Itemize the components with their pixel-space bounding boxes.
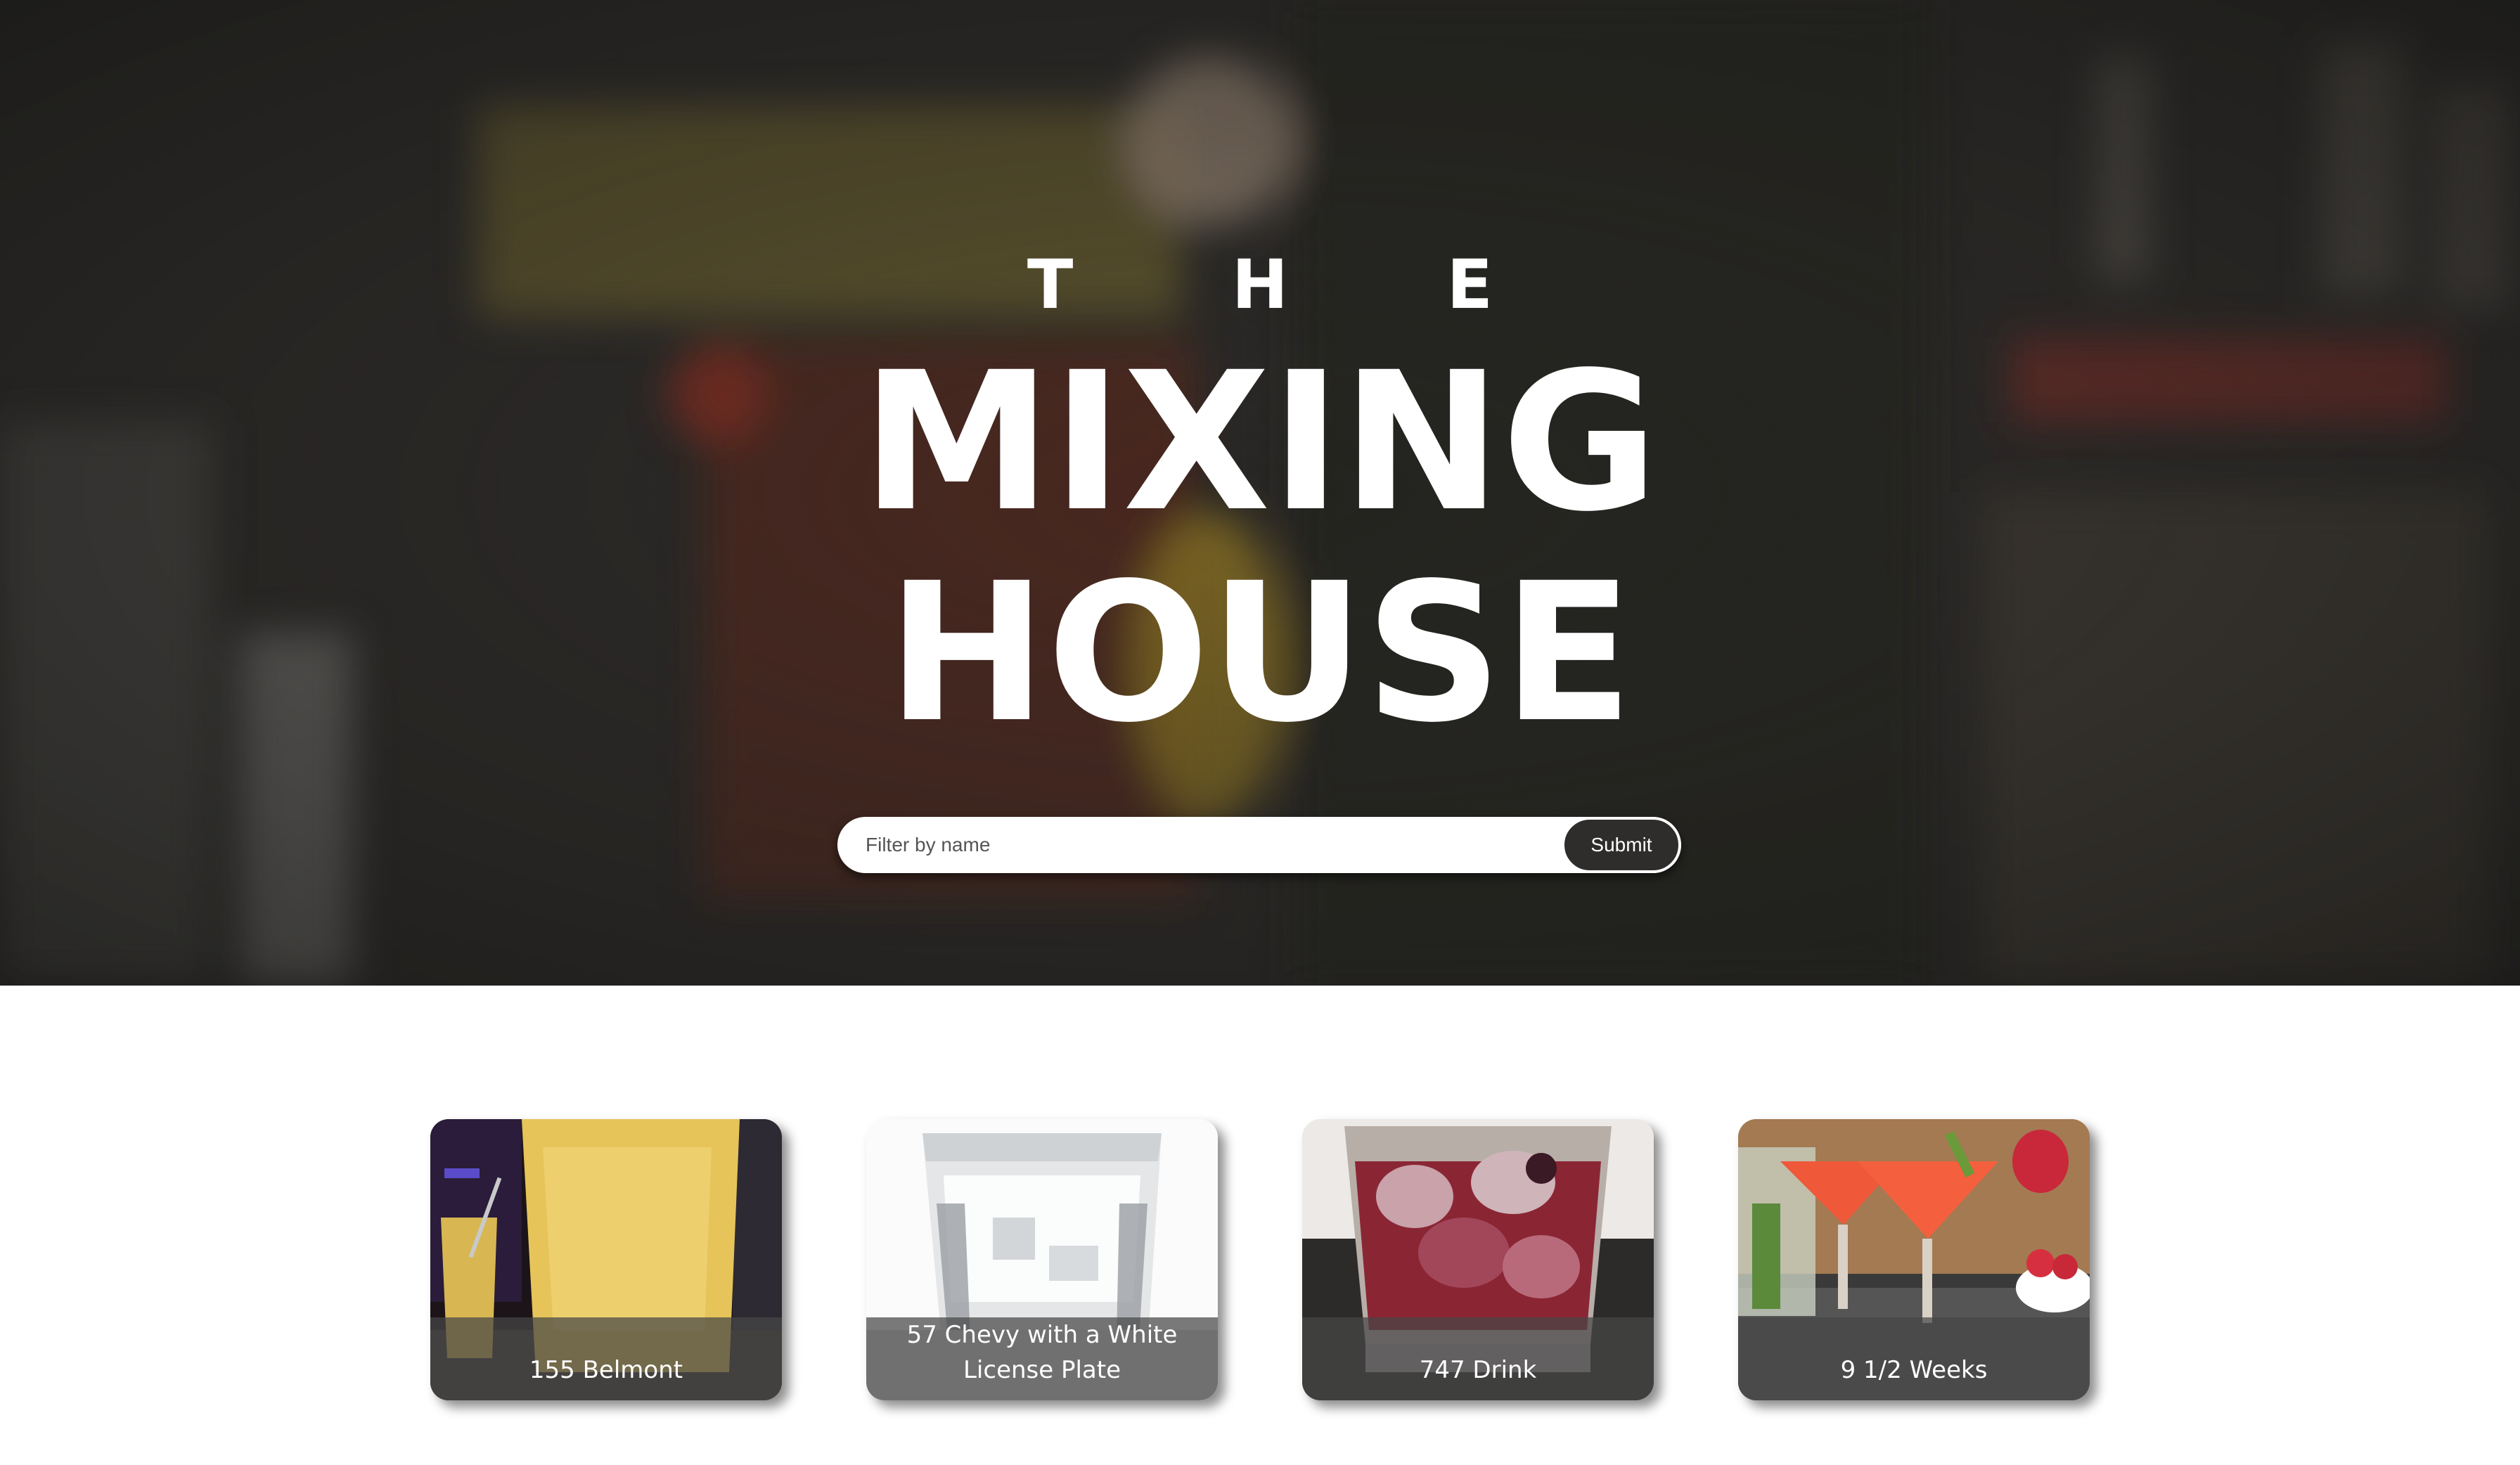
drink-name: 747 Drink xyxy=(1302,1317,1654,1400)
drink-name: 155 Belmont xyxy=(430,1317,782,1400)
drink-card[interactable]: 57 Chevy with a White License Plate xyxy=(866,1119,1218,1400)
hero-title-the: T H E xyxy=(1027,245,1561,324)
drink-card-grid: 155 Belmont 57 Chevy with a White Licens… xyxy=(0,1119,2520,1400)
search-form: Submit xyxy=(837,817,1681,873)
submit-button[interactable]: Submit xyxy=(1562,817,1681,873)
drink-card[interactable]: 9 1/2 Weeks xyxy=(1738,1119,2090,1400)
drink-name: 57 Chevy with a White License Plate xyxy=(866,1317,1218,1400)
hero-title-house: HOUSE xyxy=(887,543,1633,765)
hero-title-mixing: MIXING xyxy=(861,332,1659,554)
hero-banner: T H E MIXING HOUSE Submit xyxy=(0,0,2520,986)
search-input[interactable] xyxy=(837,817,1555,873)
drink-card[interactable]: 155 Belmont xyxy=(430,1119,782,1400)
drink-name: 9 1/2 Weeks xyxy=(1738,1317,2090,1400)
drink-card[interactable]: 747 Drink xyxy=(1302,1119,1654,1400)
